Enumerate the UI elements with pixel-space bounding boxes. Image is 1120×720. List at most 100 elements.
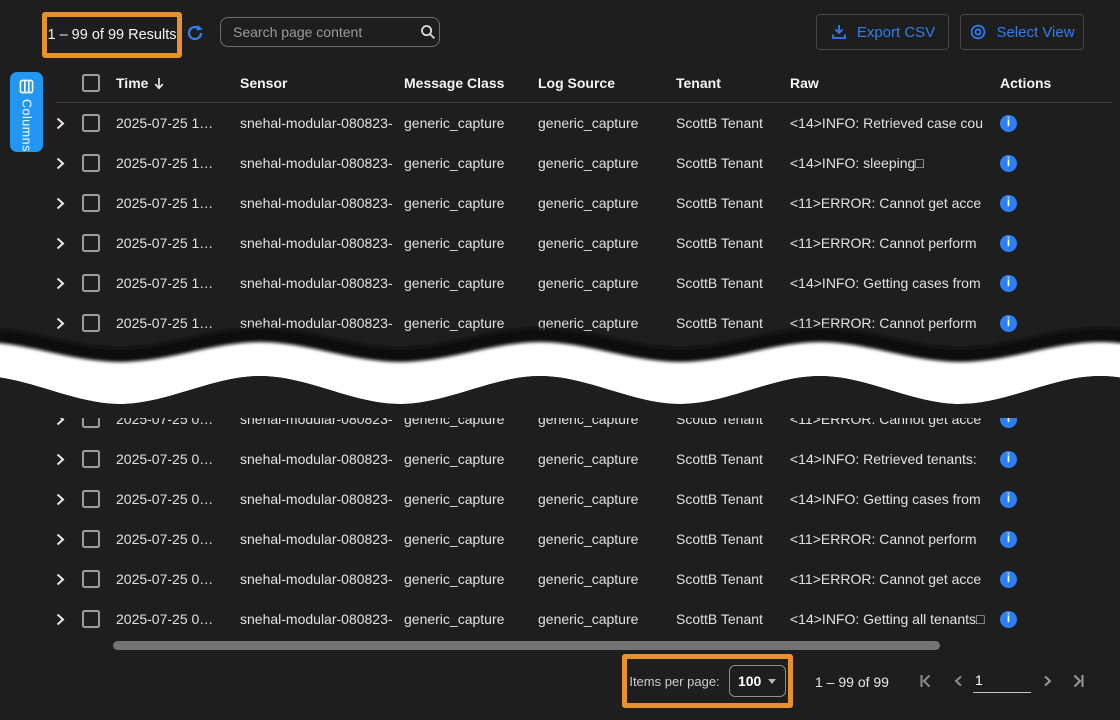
cell-time: 2025-07-25 0…: [116, 451, 240, 467]
cell-raw: <14>INFO: Retrieved tenants:: [790, 451, 1000, 467]
row-checkbox[interactable]: [82, 314, 100, 332]
row-checkbox[interactable]: [82, 114, 100, 132]
row-checkbox[interactable]: [82, 234, 100, 252]
table-row: 2025-07-25 0… snehal-modular-080823- gen…: [56, 519, 1112, 559]
row-checkbox[interactable]: [82, 354, 100, 372]
table-body-top: 2025-07-25 1… snehal-modular-080823- gen…: [56, 103, 1112, 383]
row-checkbox[interactable]: [82, 450, 100, 468]
cell-sensor: snehal-modular-080823-: [240, 571, 404, 587]
column-header-sensor[interactable]: Sensor: [240, 75, 404, 91]
cell-log-source: generic_capture: [538, 611, 676, 627]
cell-message-class: generic_capture: [404, 195, 538, 211]
row-actions: i: [1000, 531, 1112, 548]
column-header-time[interactable]: Time: [116, 75, 240, 91]
expand-row-button[interactable]: [56, 317, 82, 330]
expand-row-button[interactable]: [56, 357, 82, 370]
expand-row-button[interactable]: [56, 117, 82, 130]
expand-row-button[interactable]: [56, 413, 82, 426]
cell-message-class: generic_capture: [404, 155, 538, 171]
select-all-checkbox[interactable]: [82, 74, 100, 92]
cell-log-source: generic_capture: [538, 275, 676, 291]
row-checkbox[interactable]: [82, 490, 100, 508]
info-icon[interactable]: i: [1000, 275, 1017, 292]
expand-row-button[interactable]: [56, 573, 82, 586]
cell-raw: <11>ERROR: Cannot get acce: [790, 195, 1000, 211]
table-row: 2025-07-25 1… snehal-modular-080823- gen…: [56, 103, 1112, 143]
select-view-label: Select View: [996, 24, 1074, 41]
cell-tenant: ScottB Tenant: [676, 155, 790, 171]
first-page-button[interactable]: [918, 672, 936, 690]
info-icon[interactable]: i: [1000, 155, 1017, 172]
table-row: 2025-07-25 0… snehal-modular-080823- gen…: [56, 399, 1112, 439]
export-csv-button[interactable]: Export CSV: [816, 14, 949, 50]
previous-page-button[interactable]: [950, 672, 968, 690]
expand-row-button[interactable]: [56, 613, 82, 626]
cell-message-class: generic_capture: [404, 611, 538, 627]
cell-tenant: ScottB Tenant: [676, 195, 790, 211]
cell-message-class: generic_capture: [404, 115, 538, 131]
row-checkbox[interactable]: [82, 154, 100, 172]
info-icon[interactable]: i: [1000, 531, 1017, 548]
info-icon[interactable]: i: [1000, 195, 1017, 212]
row-checkbox[interactable]: [82, 570, 100, 588]
cell-tenant: ScottB Tenant: [676, 235, 790, 251]
column-header-raw[interactable]: Raw: [790, 75, 1000, 91]
expand-row-button[interactable]: [56, 277, 82, 290]
table-body-bottom: 2025-07-25 0… snehal-modular-080823- gen…: [56, 399, 1112, 639]
info-icon[interactable]: i: [1000, 571, 1017, 588]
row-checkbox[interactable]: [82, 194, 100, 212]
row-checkbox[interactable]: [82, 530, 100, 548]
info-icon[interactable]: i: [1000, 451, 1017, 468]
horizontal-scrollbar-thumb[interactable]: [113, 641, 940, 650]
search-input[interactable]: [221, 24, 420, 40]
column-header-log-source[interactable]: Log Source: [538, 75, 676, 91]
cell-time: 2025-07-25 1…: [116, 235, 240, 251]
cell-log-source: generic_capture: [538, 411, 676, 427]
table-row: 2025-07-25 1… snehal-modular-080823- gen…: [56, 263, 1112, 303]
info-icon[interactable]: i: [1000, 491, 1017, 508]
info-icon[interactable]: i: [1000, 235, 1017, 252]
row-checkbox[interactable]: [82, 610, 100, 628]
info-icon[interactable]: i: [1000, 355, 1017, 372]
cell-raw: <11>ERROR: Cannot get acce: [790, 411, 1000, 427]
select-view-button[interactable]: Select View: [960, 14, 1084, 50]
expand-row-button[interactable]: [56, 493, 82, 506]
columns-panel-tab[interactable]: Columns: [10, 72, 43, 152]
cell-time: 2025-07-25 1…: [116, 155, 240, 171]
expand-row-button[interactable]: [56, 453, 82, 466]
info-icon[interactable]: i: [1000, 115, 1017, 132]
expand-row-button[interactable]: [56, 157, 82, 170]
cell-tenant: ScottB Tenant: [676, 531, 790, 547]
page-number-input[interactable]: [973, 670, 1031, 693]
results-count-label: 1 – 99 of 99 Results: [48, 27, 177, 43]
column-header-tenant[interactable]: Tenant: [676, 75, 790, 91]
toolbar: 1 – 99 of 99 Results Export CSV Select V…: [0, 0, 1120, 64]
cell-time: 2025-07-25 0…: [116, 571, 240, 587]
next-page-button[interactable]: [1038, 672, 1056, 690]
cell-message-class: generic_capture: [404, 355, 538, 371]
chevron-right-icon: [56, 157, 65, 170]
eye-icon: [969, 23, 987, 41]
info-icon[interactable]: i: [1000, 611, 1017, 628]
cell-sensor: snehal-modular-080823-: [240, 491, 404, 507]
expand-row-button[interactable]: [56, 533, 82, 546]
info-icon[interactable]: i: [1000, 411, 1017, 428]
column-header-message-class[interactable]: Message Class: [404, 75, 538, 91]
last-page-button[interactable]: [1068, 672, 1086, 690]
chevron-right-icon: [56, 573, 65, 586]
chevron-right-icon: [56, 453, 65, 466]
row-actions: i: [1000, 155, 1112, 172]
row-checkbox[interactable]: [82, 274, 100, 292]
table-row: 2025-07-25 1… snehal-modular-080823- gen…: [56, 143, 1112, 183]
cell-raw: <11>ERROR: Cannot perform: [790, 235, 1000, 251]
expand-row-button[interactable]: [56, 197, 82, 210]
refresh-icon[interactable]: [186, 24, 204, 42]
info-icon[interactable]: i: [1000, 315, 1017, 332]
chevron-right-icon: [56, 493, 65, 506]
cell-log-source: generic_capture: [538, 491, 676, 507]
items-per-page-label: Items per page:: [629, 674, 719, 689]
expand-row-button[interactable]: [56, 237, 82, 250]
row-checkbox[interactable]: [82, 410, 100, 428]
row-actions: i: [1000, 491, 1112, 508]
items-per-page-select[interactable]: 100: [729, 665, 786, 697]
